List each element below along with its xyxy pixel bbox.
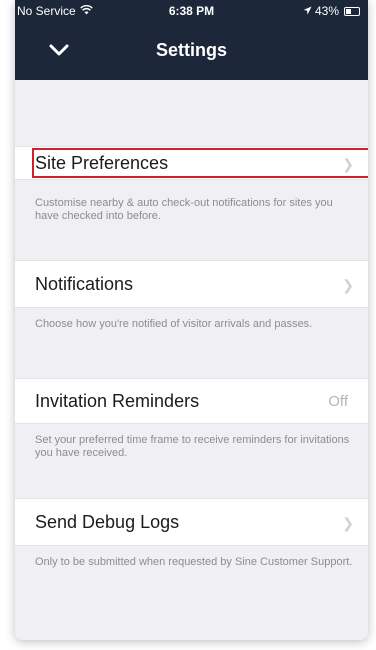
settings-item-description: Choose how you're notified of visitor ar…: [35, 318, 313, 330]
phone-screen: No Service 6:38 PM 43% Settings Site Pre…: [15, 0, 368, 640]
settings-item-label: Notifications: [35, 274, 134, 294]
settings-item-description: Set your preferred time frame to receive…: [35, 434, 350, 459]
settings-item-notifications[interactable]: Notifications ❯: [15, 260, 368, 308]
settings-item-label: Invitation Reminders: [35, 391, 200, 411]
battery-icon: [344, 6, 360, 16]
status-right-group: 43%: [303, 4, 360, 18]
navigation-bar: Settings: [15, 22, 368, 80]
location-arrow-icon: [303, 4, 312, 18]
settings-item-value: Off: [328, 393, 348, 410]
highlight-box: [32, 148, 368, 178]
chevron-right-icon: ❯: [342, 515, 354, 531]
settings-item-description: Customise nearby & auto check-out notifi…: [35, 197, 333, 222]
settings-item-description: Only to be submitted when requested by S…: [35, 556, 353, 568]
settings-item-invitation-reminders[interactable]: Invitation Reminders Off: [15, 378, 368, 424]
settings-list: Site Preferences ❯ Customise nearby & au…: [15, 80, 368, 640]
chevron-right-icon: ❯: [342, 277, 354, 293]
battery-percentage: 43%: [314, 4, 339, 18]
settings-item-send-debug-logs[interactable]: Send Debug Logs ❯: [15, 498, 368, 546]
status-bar: No Service 6:38 PM 43%: [15, 0, 368, 22]
settings-item-label: Send Debug Logs: [35, 512, 180, 532]
page-title: Settings: [155, 40, 227, 60]
